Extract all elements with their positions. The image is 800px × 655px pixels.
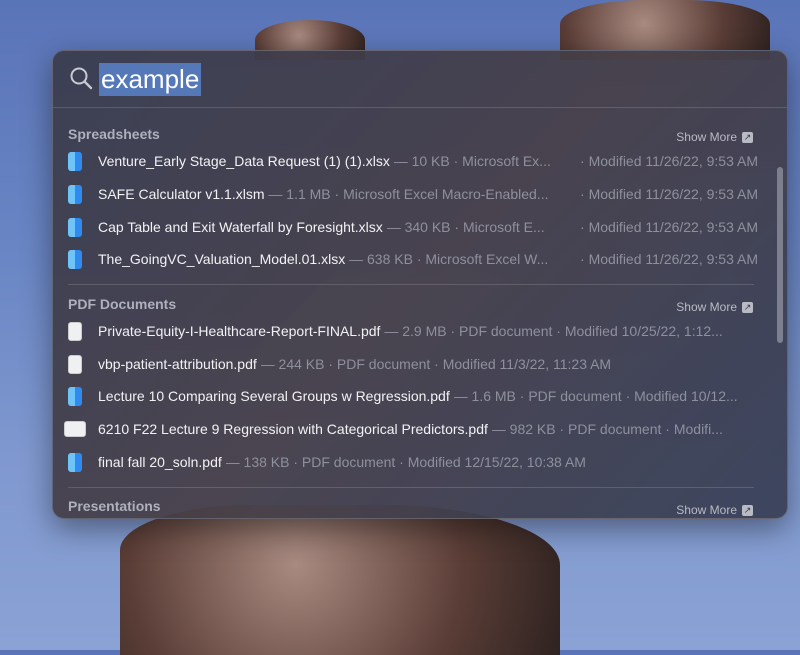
finder-icon [68,386,82,406]
section-title: PDF Documents [68,296,177,312]
result-meta: — 10 KB · Microsoft Ex... [393,153,551,169]
result-modified: · Modified 11/26/22, 9:53 AM [580,251,758,267]
result-name: Private-Equity-I-Healthcare-Report-FINAL… [98,323,381,339]
divider [68,284,754,285]
result-meta: — 638 KB · Microsoft Excel W... [349,251,549,267]
result-modified: · Modified 11/26/22, 9:53 AM [580,186,758,202]
arrow-up-right-icon: ↗ [742,504,753,516]
result-item[interactable]: vbp-patient-attribution.pdf — 244 KB · P… [68,352,758,376]
document-thumbnail-icon [64,421,86,437]
finder-icon [68,249,82,269]
result-name: SAFE Calculator v1.1.xlsm [98,186,265,202]
spotlight-panel: example Spreadsheets Show More ↗ Venture_… [52,50,788,519]
search-input[interactable]: example [99,63,202,96]
result-item[interactable]: 6210 F22 Lecture 9 Regression with Categ… [64,417,758,441]
result-meta: — 244 KB · PDF document · Modified 11/3/… [260,356,612,372]
result-modified: · Modified 11/26/22, 9:53 AM [580,219,758,235]
result-item[interactable]: final fall 20_soln.pdf — 138 KB · PDF do… [68,450,758,474]
show-more-label: Show More [676,300,737,314]
result-item[interactable]: Private-Equity-I-Healthcare-Report-FINAL… [68,319,758,343]
search-icon [70,67,93,90]
finder-icon [68,151,82,171]
result-name: Venture_Early Stage_Data Request (1) (1)… [98,153,390,169]
result-name: vbp-patient-attribution.pdf [98,356,257,372]
result-meta: — 982 KB · PDF document · Modifi... [491,421,723,437]
result-item[interactable]: Venture_Early Stage_Data Request (1) (1)… [68,149,758,173]
result-name: The_GoingVC_Valuation_Model.01.xlsx [98,251,346,267]
scrollbar[interactable] [777,167,783,343]
result-meta: — 340 KB · Microsoft E... [386,219,545,235]
result-name: 6210 F22 Lecture 9 Regression with Categ… [98,421,488,437]
document-thumbnail-icon [68,354,82,374]
background-rock-bottom [120,505,560,655]
arrow-up-right-icon: ↗ [742,131,753,143]
result-meta: — 1.6 MB · PDF document · Modified 10/12… [453,388,738,404]
result-name: final fall 20_soln.pdf [98,454,222,470]
divider [68,487,754,488]
search-bar[interactable]: example [53,51,787,108]
result-meta: — 138 KB · PDF document · Modified 12/15… [225,454,586,470]
result-item[interactable]: The_GoingVC_Valuation_Model.01.xlsx — 63… [68,247,758,271]
show-more-label: Show More [676,503,737,517]
arrow-up-right-icon: ↗ [742,301,753,313]
result-name: Lecture 10 Comparing Several Groups w Re… [98,388,450,404]
finder-icon [68,184,82,204]
result-item[interactable]: Lecture 10 Comparing Several Groups w Re… [68,384,758,408]
document-thumbnail-icon [68,321,82,341]
section-title: Presentations [68,498,161,514]
show-more-button[interactable]: Show More ↗ [676,300,753,314]
result-name: Cap Table and Exit Waterfall by Foresigh… [98,219,383,235]
finder-icon [68,217,82,237]
show-more-button[interactable]: Show More ↗ [676,503,753,517]
result-modified: · Modified 11/26/22, 9:53 AM [580,153,758,169]
finder-icon [68,452,82,472]
result-meta: — 2.9 MB · PDF document · Modified 10/25… [384,323,723,339]
result-item[interactable]: SAFE Calculator v1.1.xlsm — 1.1 MB · Mic… [68,182,758,206]
section-title: Spreadsheets [68,126,160,142]
result-meta: — 1.1 MB · Microsoft Excel Macro-Enabled… [268,186,549,202]
result-item[interactable]: Cap Table and Exit Waterfall by Foresigh… [68,215,758,239]
show-more-label: Show More [676,130,737,144]
show-more-button[interactable]: Show More ↗ [676,130,753,144]
